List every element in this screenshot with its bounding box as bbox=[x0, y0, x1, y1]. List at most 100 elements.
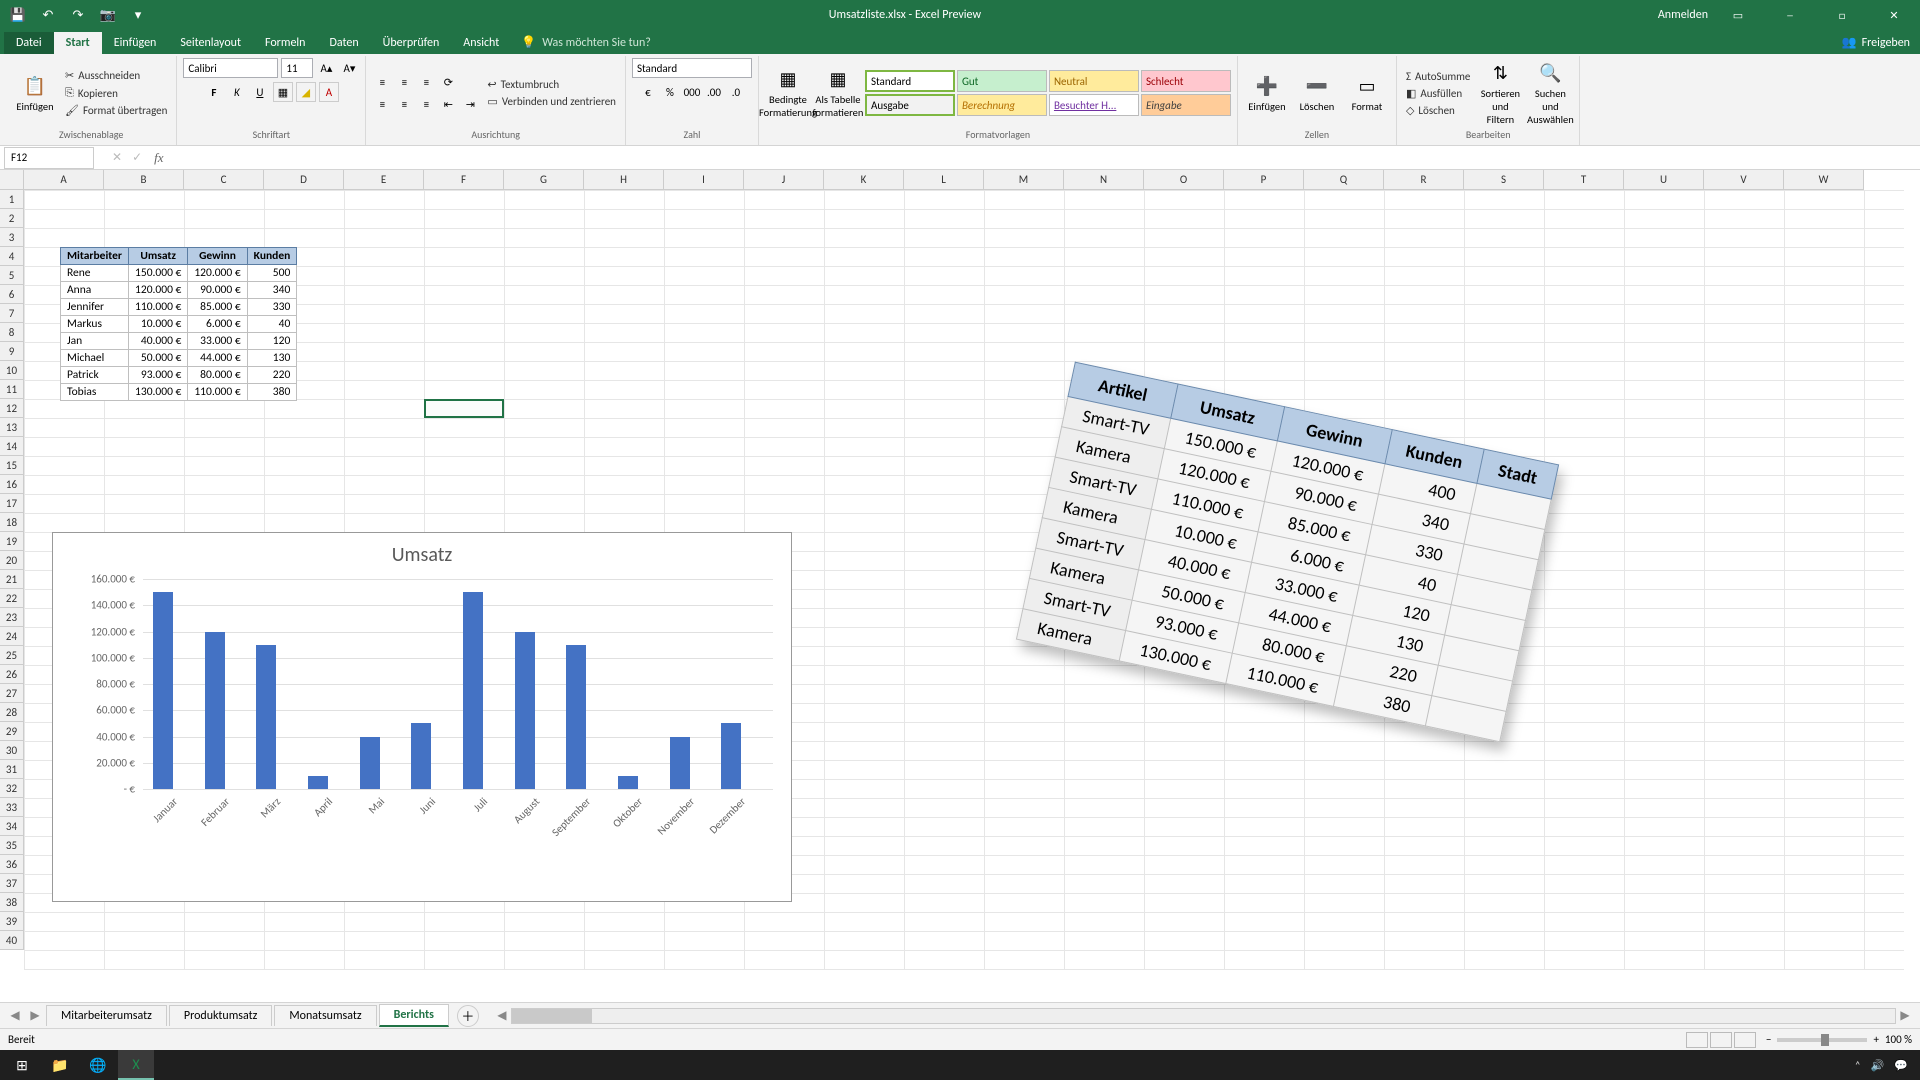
col-header-E[interactable]: E bbox=[344, 170, 424, 190]
grow-font-button[interactable]: A▴ bbox=[316, 58, 336, 78]
tab-review[interactable]: Überprüfen bbox=[371, 32, 452, 54]
row-header-6[interactable]: 6 bbox=[0, 285, 24, 304]
row-header-32[interactable]: 32 bbox=[0, 779, 24, 798]
zoom-out-button[interactable]: − bbox=[1766, 1033, 1771, 1046]
align-bottom-button[interactable]: ≡ bbox=[416, 72, 436, 92]
insert-cells-button[interactable]: ➕Einfügen bbox=[1244, 60, 1290, 126]
row-header-28[interactable]: 28 bbox=[0, 703, 24, 722]
col-header-U[interactable]: U bbox=[1624, 170, 1704, 190]
redo-icon[interactable]: ↷ bbox=[64, 4, 92, 26]
add-sheet-button[interactable]: ＋ bbox=[457, 1005, 479, 1027]
enter-icon[interactable]: ✓ bbox=[132, 150, 142, 165]
format-as-table-button[interactable]: ▦Als Tabelle formatieren bbox=[815, 60, 861, 126]
qat-dropdown-icon[interactable]: ▾ bbox=[124, 4, 152, 26]
style-gut[interactable]: Gut bbox=[957, 70, 1047, 92]
tab-data[interactable]: Daten bbox=[317, 32, 370, 54]
maximize-icon[interactable]: □ bbox=[1820, 0, 1864, 30]
row-header-7[interactable]: 7 bbox=[0, 304, 24, 323]
row-header-15[interactable]: 15 bbox=[0, 456, 24, 475]
tell-me-search[interactable]: 💡 Was möchten Sie tun? bbox=[511, 31, 661, 54]
col-header-B[interactable]: B bbox=[104, 170, 184, 190]
select-all-corner[interactable] bbox=[0, 170, 24, 190]
delete-cells-button[interactable]: ➖Löschen bbox=[1294, 60, 1340, 126]
row-header-29[interactable]: 29 bbox=[0, 722, 24, 741]
tab-scroll-left[interactable]: ◀ bbox=[6, 1008, 24, 1023]
sheet-tab-monat[interactable]: Monatsumsatz bbox=[274, 1005, 376, 1026]
camera-icon[interactable]: 📷 bbox=[94, 4, 122, 26]
tab-formulas[interactable]: Formeln bbox=[253, 32, 317, 54]
col-header-I[interactable]: I bbox=[664, 170, 744, 190]
row-header-20[interactable]: 20 bbox=[0, 551, 24, 570]
cut-button[interactable]: ✂Ausschneiden bbox=[62, 68, 170, 83]
underline-button[interactable]: U bbox=[250, 82, 270, 102]
align-middle-button[interactable]: ≡ bbox=[394, 72, 414, 92]
col-header-P[interactable]: P bbox=[1224, 170, 1304, 190]
col-header-G[interactable]: G bbox=[504, 170, 584, 190]
style-eingabe[interactable]: Eingabe bbox=[1141, 94, 1231, 116]
col-header-J[interactable]: J bbox=[744, 170, 824, 190]
zoom-level[interactable]: 100 % bbox=[1885, 1033, 1912, 1046]
fill-button[interactable]: ◧Ausfüllen bbox=[1403, 86, 1473, 101]
sheet-tab-produkt[interactable]: Produktumsatz bbox=[169, 1005, 273, 1026]
col-header-V[interactable]: V bbox=[1704, 170, 1784, 190]
view-page-break-button[interactable] bbox=[1734, 1032, 1756, 1048]
col-header-R[interactable]: R bbox=[1384, 170, 1464, 190]
horizontal-scrollbar[interactable]: ◀ ▶ bbox=[493, 1008, 1914, 1024]
row-header-22[interactable]: 22 bbox=[0, 589, 24, 608]
sheet-tab-berichts[interactable]: Berichts bbox=[379, 1004, 449, 1027]
row-header-24[interactable]: 24 bbox=[0, 627, 24, 646]
excel-taskbar-icon[interactable]: X bbox=[118, 1050, 154, 1080]
style-schlecht[interactable]: Schlecht bbox=[1141, 70, 1231, 92]
row-header-9[interactable]: 9 bbox=[0, 342, 24, 361]
minimize-icon[interactable]: ─ bbox=[1768, 0, 1812, 30]
row-header-14[interactable]: 14 bbox=[0, 437, 24, 456]
borders-button[interactable]: ▦ bbox=[273, 82, 293, 102]
col-header-T[interactable]: T bbox=[1544, 170, 1624, 190]
col-header-Q[interactable]: Q bbox=[1304, 170, 1384, 190]
thousands-button[interactable]: 000 bbox=[682, 82, 702, 102]
row-header-23[interactable]: 23 bbox=[0, 608, 24, 627]
row-header-33[interactable]: 33 bbox=[0, 798, 24, 817]
percent-button[interactable]: % bbox=[660, 82, 680, 102]
file-explorer-icon[interactable]: 📁 bbox=[42, 1050, 78, 1080]
save-icon[interactable]: 💾 bbox=[4, 4, 32, 26]
tab-scroll-right[interactable]: ▶ bbox=[26, 1008, 44, 1023]
dec-decimal-button[interactable]: .0 bbox=[726, 82, 746, 102]
indent-button[interactable]: ⇥ bbox=[460, 94, 480, 114]
row-header-1[interactable]: 1 bbox=[0, 190, 24, 209]
align-right-button[interactable]: ≡ bbox=[416, 94, 436, 114]
bold-button[interactable]: F bbox=[204, 82, 224, 102]
row-header-34[interactable]: 34 bbox=[0, 817, 24, 836]
row-header-16[interactable]: 16 bbox=[0, 475, 24, 494]
format-cells-button[interactable]: ▭Format bbox=[1344, 60, 1390, 126]
find-select-button[interactable]: 🔍Suchen und Auswählen bbox=[1527, 60, 1573, 126]
row-header-13[interactable]: 13 bbox=[0, 418, 24, 437]
currency-button[interactable]: € bbox=[638, 82, 658, 102]
merge-button[interactable]: ▭Verbinden und zentrieren bbox=[484, 94, 619, 109]
align-left-button[interactable]: ≡ bbox=[372, 94, 392, 114]
sound-icon[interactable]: 🔊 bbox=[1871, 1059, 1885, 1072]
cancel-icon[interactable]: ✕ bbox=[112, 150, 122, 165]
style-berechnung[interactable]: Berechnung bbox=[957, 94, 1047, 116]
autosum-button[interactable]: ΣAutoSumme bbox=[1403, 69, 1473, 84]
col-header-W[interactable]: W bbox=[1784, 170, 1864, 190]
row-header-39[interactable]: 39 bbox=[0, 912, 24, 931]
row-header-4[interactable]: 4 bbox=[0, 247, 24, 266]
tray-up-icon[interactable]: ˄ bbox=[1855, 1059, 1861, 1072]
style-standard[interactable]: Standard bbox=[865, 70, 955, 92]
ribbon-options-icon[interactable]: ▭ bbox=[1716, 0, 1760, 30]
row-header-17[interactable]: 17 bbox=[0, 494, 24, 513]
outdent-button[interactable]: ⇤ bbox=[438, 94, 458, 114]
row-header-5[interactable]: 5 bbox=[0, 266, 24, 285]
sort-filter-button[interactable]: ⇅Sortieren und Filtern bbox=[1477, 60, 1523, 126]
umsatz-chart[interactable]: Umsatz 160.000 €140.000 €120.000 €100.00… bbox=[52, 532, 792, 902]
paste-button[interactable]: 📋Einfügen bbox=[12, 60, 58, 126]
row-header-40[interactable]: 40 bbox=[0, 931, 24, 950]
fx-icon[interactable]: fx bbox=[154, 150, 163, 166]
close-icon[interactable]: ✕ bbox=[1872, 0, 1916, 30]
style-besucht[interactable]: Besuchter H... bbox=[1049, 94, 1139, 116]
zoom-slider[interactable] bbox=[1777, 1038, 1867, 1042]
style-neutral[interactable]: Neutral bbox=[1049, 70, 1139, 92]
col-header-H[interactable]: H bbox=[584, 170, 664, 190]
conditional-formatting-button[interactable]: ▦Bedingte Formatierung bbox=[765, 60, 811, 126]
